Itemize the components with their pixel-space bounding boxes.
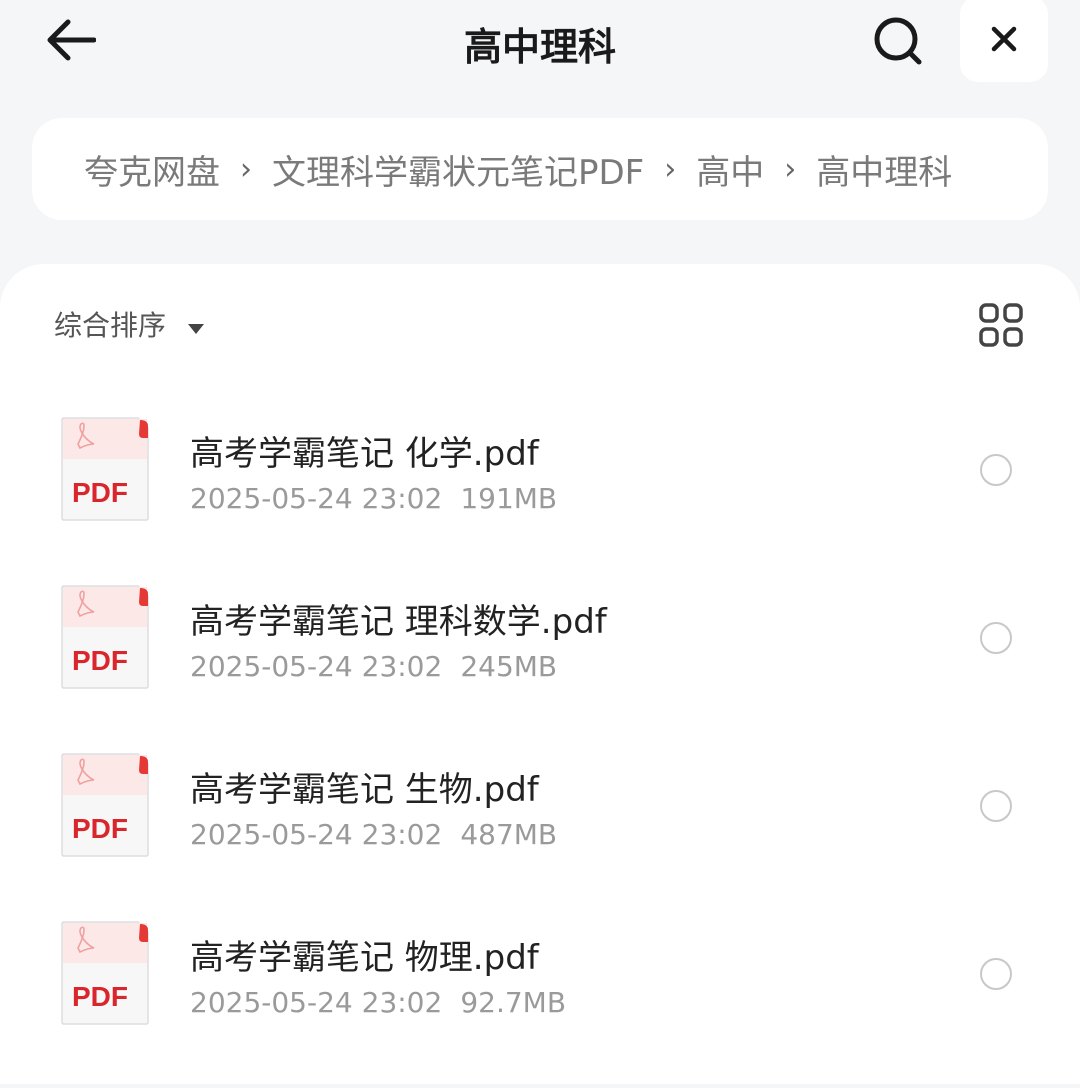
file-meta: 2025-05-24 23:02 487MB	[190, 818, 557, 851]
pdf-icon-label: PDF	[72, 813, 128, 844]
list-item[interactable]: PDF 高考学霸笔记 生物.pdf 2025-05-24 23:02 487MB	[0, 752, 1080, 920]
chevron-right-icon: ›	[664, 151, 677, 187]
list-item[interactable]: PDF 高考学霸笔记 化学.pdf 2025-05-24 23:02 191MB	[0, 416, 1080, 584]
header-bar: 高中理科	[0, 0, 1080, 90]
file-name: 高考学霸笔记 理科数学.pdf	[190, 602, 607, 642]
pdf-file-icon: PDF	[61, 585, 149, 689]
file-date: 2025-05-24 23:02	[190, 986, 443, 1019]
pdf-file-icon: PDF	[61, 753, 149, 857]
file-meta: 2025-05-24 23:02 245MB	[190, 650, 557, 683]
list-item[interactable]: PDF 高考学霸笔记 物理.pdf 2025-05-24 23:02 92.7MB	[0, 920, 1080, 1088]
select-radio[interactable]	[980, 790, 1012, 822]
sort-dropdown[interactable]: 综合排序	[54, 304, 205, 344]
grid-view-icon	[979, 303, 1023, 347]
file-list-panel: 综合排序 PDF 高考学霸笔记 化学.pdf 2025-05-24 23:02 1…	[0, 264, 1080, 1084]
select-radio[interactable]	[980, 958, 1012, 990]
pdf-icon-label: PDF	[72, 645, 128, 676]
pdf-icon-label: PDF	[72, 477, 128, 508]
file-date: 2025-05-24 23:02	[190, 650, 443, 683]
file-size: 487MB	[460, 818, 558, 851]
grid-view-button[interactable]	[978, 302, 1024, 348]
breadcrumb-item-subfolder[interactable]: 高中	[696, 145, 764, 194]
file-name: 高考学霸笔记 物理.pdf	[190, 938, 539, 978]
file-name: 高考学霸笔记 化学.pdf	[190, 434, 539, 474]
caret-down-icon	[188, 308, 205, 341]
search-icon	[874, 17, 922, 65]
close-icon	[991, 26, 1017, 52]
file-meta: 2025-05-24 23:02 92.7MB	[190, 986, 566, 1019]
chevron-right-icon: ›	[240, 151, 252, 187]
file-size: 245MB	[460, 650, 558, 683]
pdf-file-icon: PDF	[61, 417, 149, 521]
breadcrumb: 夸克网盘 › 文理科学霸状元笔记PDF › 高中 › 高中理科	[32, 118, 1048, 220]
chevron-right-icon: ›	[784, 151, 797, 187]
sort-label: 综合排序	[54, 309, 167, 342]
file-size: 92.7MB	[460, 986, 567, 1019]
breadcrumb-item-root[interactable]: 夸克网盘	[84, 145, 220, 194]
file-date: 2025-05-24 23:02	[190, 482, 443, 515]
pdf-file-icon: PDF	[61, 921, 149, 1025]
file-meta: 2025-05-24 23:02 191MB	[190, 482, 557, 515]
search-button[interactable]	[866, 12, 930, 72]
file-size: 191MB	[460, 482, 558, 515]
select-radio[interactable]	[980, 454, 1012, 486]
select-radio[interactable]	[980, 622, 1012, 654]
close-button[interactable]	[960, 0, 1048, 82]
pdf-icon-label: PDF	[72, 981, 128, 1012]
file-date: 2025-05-24 23:02	[190, 818, 443, 851]
breadcrumb-item-current: 高中理科	[816, 152, 953, 193]
breadcrumb-item-folder[interactable]: 文理科学霸状元笔记PDF	[272, 145, 644, 194]
file-name: 高考学霸笔记 生物.pdf	[190, 770, 539, 810]
list-item[interactable]: PDF 高考学霸笔记 理科数学.pdf 2025-05-24 23:02 245M…	[0, 584, 1080, 752]
